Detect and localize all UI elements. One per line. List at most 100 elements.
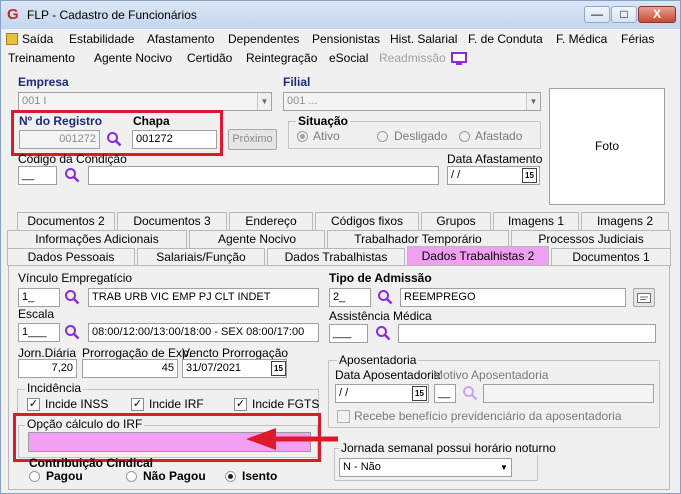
- tab-dados-trabalhistas-2[interactable]: Dados Trabalhistas 2: [407, 246, 549, 266]
- incide-irf-checkbox[interactable]: ✓: [131, 398, 144, 411]
- search-icon[interactable]: [375, 325, 391, 341]
- tipo-admissao-desc-field: REEMPREGO: [400, 288, 626, 307]
- empresa-value: 001 I: [22, 95, 47, 107]
- jorn-diaria-label: Jorn.Diária: [18, 346, 77, 360]
- incide-inss-checkbox[interactable]: ✓: [27, 398, 40, 411]
- menu-reintegracao[interactable]: Reintegração: [246, 51, 317, 65]
- data-aposentadoria-value: / /: [339, 387, 349, 399]
- codigo-condicao-field[interactable]: __: [18, 166, 57, 185]
- filial-select[interactable]: 001 ... ▼: [283, 92, 541, 111]
- tab-salariais-funcao[interactable]: Salariais/Função: [137, 248, 265, 266]
- monitor-icon[interactable]: [451, 52, 467, 66]
- chevron-down-icon: ▼: [526, 93, 540, 110]
- menu-ferias[interactable]: Férias: [621, 32, 654, 46]
- escala-desc-field: 08:00/12:00/13:00/18:00 - SEX 08:00/17:0…: [88, 323, 319, 342]
- situacao-ativo-label: Ativo: [313, 129, 340, 143]
- search-icon: [463, 386, 478, 401]
- situacao-desligado-radio: [377, 131, 388, 142]
- calendar-icon[interactable]: 15: [271, 361, 286, 376]
- filial-label: Filial: [283, 75, 311, 89]
- tab-dados-pessoais[interactable]: Dados Pessoais: [7, 248, 135, 266]
- contribuicao-label: Contribuição Cindical: [29, 456, 154, 470]
- chevron-down-icon: ▼: [497, 459, 511, 476]
- tab-documentos-3[interactable]: Documentos 3: [117, 212, 227, 230]
- jorn-diaria-field[interactable]: 7,20: [18, 359, 77, 378]
- menu-dependentes[interactable]: Dependentes: [228, 32, 299, 46]
- search-icon[interactable]: [377, 289, 393, 305]
- cadastro-funcionarios-window: G FLP - Cadastro de Funcionários — □ X S…: [0, 0, 681, 494]
- employee-photo[interactable]: Foto: [549, 88, 665, 205]
- search-icon[interactable]: [64, 324, 80, 340]
- tab-documentos-2[interactable]: Documentos 2: [17, 212, 115, 230]
- search-icon[interactable]: [64, 289, 80, 305]
- contribuicao-pagou-label: Pagou: [46, 469, 83, 483]
- menu-esocial[interactable]: eSocial: [329, 51, 368, 65]
- codigo-condicao-label: Código da Condição: [18, 152, 127, 166]
- contribuicao-nao-pagou-label: Não Pagou: [143, 469, 206, 483]
- maximize-button[interactable]: □: [611, 6, 637, 23]
- tipo-admissao-code-field[interactable]: 2_: [329, 288, 371, 307]
- empresa-label: Empresa: [18, 75, 69, 89]
- data-afastamento-value: / /: [451, 169, 461, 181]
- menu-treinamento[interactable]: Treinamento: [8, 51, 75, 65]
- incide-fgts-checkbox[interactable]: ✓: [234, 398, 247, 411]
- menu-certidao[interactable]: Certidão: [187, 51, 232, 65]
- tab-dados-trabalhistas[interactable]: Dados Trabalhistas: [267, 248, 405, 266]
- vinculo-code-field[interactable]: 1_: [18, 288, 60, 307]
- menu-pensionistas[interactable]: Pensionistas: [312, 32, 380, 46]
- tab-codigos-fixos[interactable]: Códigos fixos: [315, 212, 419, 230]
- app-logo-icon: G: [7, 6, 19, 23]
- tab-imagens-1[interactable]: Imagens 1: [493, 212, 579, 230]
- calendar-icon[interactable]: 15: [522, 168, 537, 183]
- menu-afastamento[interactable]: Afastamento: [147, 32, 214, 46]
- minimize-button[interactable]: —: [584, 6, 610, 23]
- tab-endereco[interactable]: Endereço: [229, 212, 313, 230]
- tab-agente-nocivo[interactable]: Agente Nocivo: [189, 230, 325, 248]
- close-button[interactable]: X: [638, 6, 676, 23]
- tab-informacoes-adicionais[interactable]: Informações Adicionais: [7, 230, 187, 248]
- prorrogacao-field[interactable]: 45: [82, 359, 178, 378]
- calendar-icon[interactable]: 15: [412, 386, 427, 401]
- situacao-label: Situação: [296, 114, 351, 128]
- tab-documentos-1[interactable]: Documentos 1: [551, 248, 671, 266]
- incide-inss-label: Incide INSS: [45, 397, 109, 411]
- tipo-admissao-label: Tipo de Admissão: [329, 271, 432, 285]
- beneficio-checkbox: [337, 410, 350, 423]
- tab-imagens-2[interactable]: Imagens 2: [581, 212, 669, 230]
- incide-irf-label: Incide IRF: [149, 397, 204, 411]
- red-arrow-annotation: [246, 428, 338, 450]
- registro-highlight-box: [11, 110, 223, 156]
- motivo-aposentadoria-label: Motivo Aposentadoria: [433, 368, 549, 382]
- beneficio-label: Recebe benefício previdenciário da apose…: [354, 409, 622, 423]
- menu-hist-salarial[interactable]: Hist. Salarial: [390, 32, 457, 46]
- menu-agente-nocivo[interactable]: Agente Nocivo: [94, 51, 172, 65]
- exit-icon: [6, 33, 18, 45]
- menu-estabilidade[interactable]: Estabilidade: [69, 32, 134, 46]
- jornada-noturno-label: Jornada semanal possui horário noturno: [339, 441, 558, 455]
- empresa-select[interactable]: 001 I ▼: [18, 92, 272, 111]
- window-title: FLP - Cadastro de Funcionários: [27, 8, 197, 22]
- tab-grupos[interactable]: Grupos: [421, 212, 491, 230]
- menu-saida[interactable]: Saída: [22, 32, 53, 46]
- incide-fgts-label: Incide FGTS: [252, 397, 320, 411]
- contribuicao-isento-radio[interactable]: [225, 471, 236, 482]
- menu-f-conduta[interactable]: F. de Conduta: [468, 32, 543, 46]
- contribuicao-nao-pagou-radio[interactable]: [126, 471, 137, 482]
- menu-readmissao: Readmissão: [379, 51, 446, 65]
- situacao-afastado-radio: [459, 131, 470, 142]
- tipo-admissao-card-button[interactable]: [633, 288, 655, 307]
- jornada-noturno-value: N - Não: [343, 461, 381, 473]
- escala-code-field[interactable]: 1___: [18, 323, 60, 342]
- photo-label: Foto: [594, 139, 619, 153]
- assistencia-code-field[interactable]: ___: [329, 324, 368, 343]
- card-icon: [637, 293, 651, 303]
- data-afastamento-label: Data Afastamento: [447, 152, 543, 166]
- prorrogacao-label: Prorrogação de Exp.: [82, 346, 193, 360]
- menu-f-medica[interactable]: F. Médica: [556, 32, 607, 46]
- search-icon[interactable]: [64, 167, 80, 183]
- contribuicao-pagou-radio[interactable]: [29, 471, 40, 482]
- assistencia-desc-field: [398, 324, 656, 343]
- jornada-noturno-select[interactable]: N - Não ▼: [339, 458, 512, 477]
- motivo-aposentadoria-code-field[interactable]: __: [434, 384, 456, 403]
- motivo-aposentadoria-desc-field: [483, 384, 654, 403]
